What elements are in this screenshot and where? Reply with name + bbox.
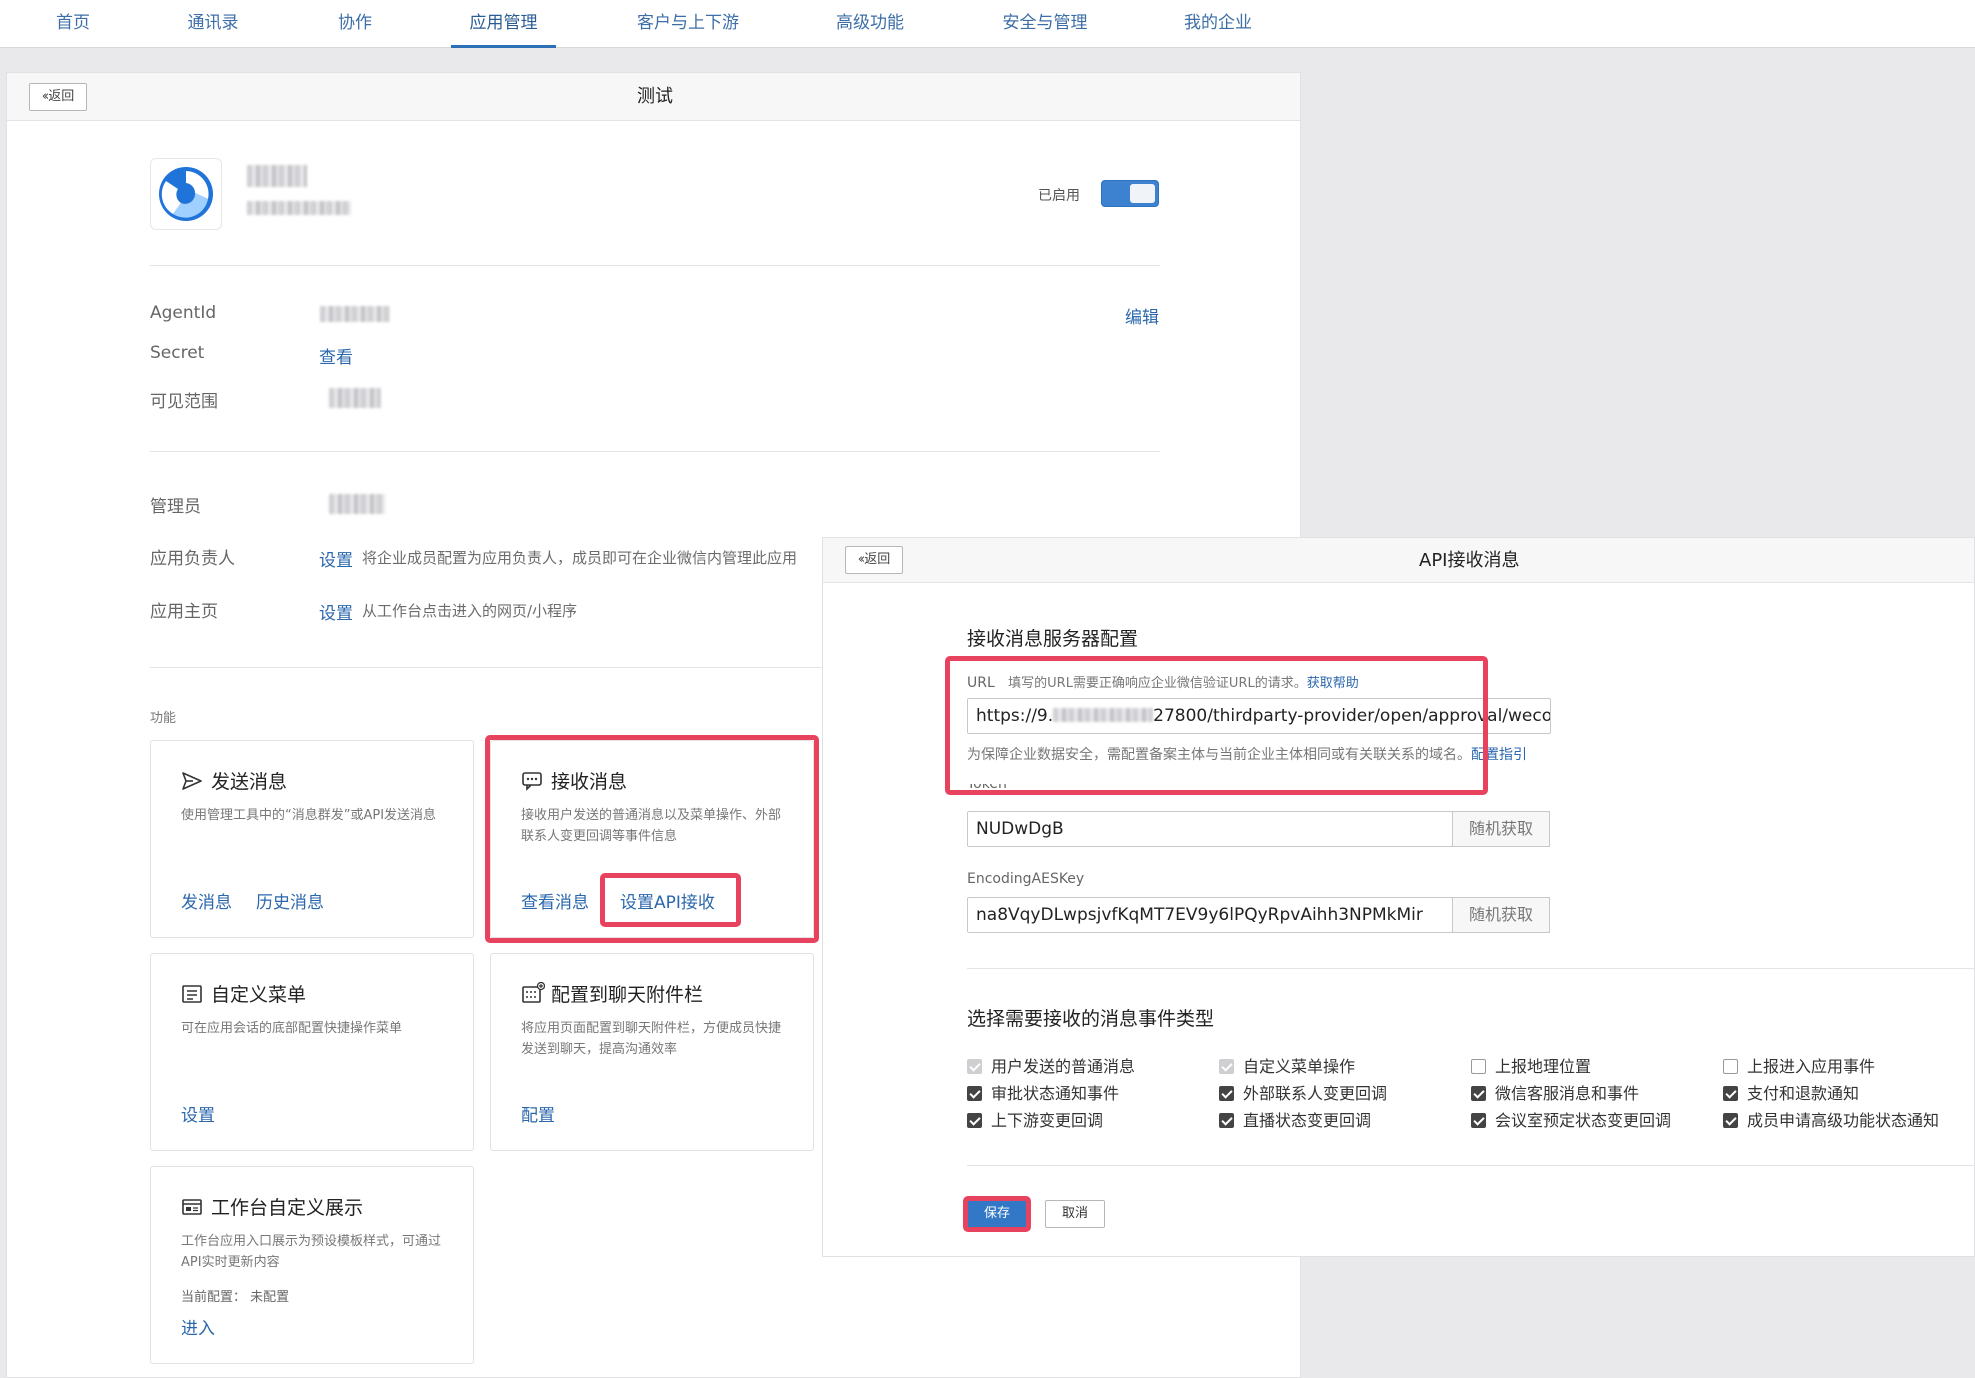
event-checkbox[interactable]: 直播状态变更回调 bbox=[1219, 1107, 1371, 1131]
card-chat-attachment: 配置到聊天附件栏 将应用页面配置到聊天附件栏，方便成员快捷发送到聊天，提高沟通效… bbox=[490, 953, 814, 1151]
api-receive-header: ‹‹ 返回 API接收消息 bbox=[823, 538, 1974, 583]
api-receive-panel: ‹‹ 返回 API接收消息 接收消息服务器配置 URL 填写的URL需要正确响应企… bbox=[822, 537, 1975, 1257]
event-checkbox[interactable]: 用户发送的普通消息 bbox=[967, 1053, 1135, 1077]
event-checkbox[interactable]: 审批状态通知事件 bbox=[967, 1080, 1119, 1104]
aes-key-input[interactable]: na8VqyDLwpsjvfKqMT7EV9y6lPQyRpvAihh3NPMk… bbox=[967, 897, 1453, 933]
secret-label: Secret bbox=[150, 343, 205, 363]
highlight-set-api-receive bbox=[600, 873, 741, 927]
highlight-save-button bbox=[963, 1196, 1031, 1232]
home-label: 应用主页 bbox=[150, 602, 218, 622]
visible-scope-value-redacted bbox=[329, 388, 381, 408]
api-back-button[interactable]: ‹‹ 返回 bbox=[845, 546, 903, 574]
app-desc-redacted bbox=[247, 201, 351, 215]
history-message-link[interactable]: 历史消息 bbox=[256, 888, 324, 913]
event-types-title: 选择需要接收的消息事件类型 bbox=[967, 1008, 1215, 1030]
nav-tab-collab[interactable]: 协作 bbox=[320, 0, 390, 48]
nav-tab-contacts[interactable]: 通讯录 bbox=[173, 0, 253, 48]
back-button[interactable]: ‹‹ 返回 bbox=[29, 83, 87, 111]
workbench-enter-link[interactable]: 进入 bbox=[181, 1314, 215, 1339]
event-checkbox[interactable]: 外部联系人变更回调 bbox=[1219, 1080, 1387, 1104]
event-checkbox[interactable]: 上报进入应用事件 bbox=[1723, 1053, 1875, 1077]
event-checkbox[interactable]: 自定义菜单操作 bbox=[1219, 1053, 1355, 1077]
highlight-url-field bbox=[945, 656, 1488, 795]
event-checkbox[interactable]: 上报地理位置 bbox=[1471, 1053, 1591, 1077]
chatbar-config-link[interactable]: 配置 bbox=[521, 1101, 555, 1126]
agentid-value-redacted bbox=[320, 306, 390, 322]
aes-key-label: EncodingAESKey bbox=[967, 871, 1085, 887]
owner-label: 应用负责人 bbox=[150, 549, 235, 569]
home-desc: 从工作台点击进入的网页/小程序 bbox=[362, 602, 578, 620]
event-checkbox[interactable]: 会议室预定状态变更回调 bbox=[1471, 1107, 1671, 1131]
card-title: 配置到聊天附件栏 bbox=[521, 980, 703, 1009]
nav-tab-my-company[interactable]: 我的企业 bbox=[1170, 0, 1266, 48]
features-label: 功能 bbox=[150, 711, 177, 726]
nav-tab-advanced[interactable]: 高级功能 bbox=[822, 0, 918, 48]
owner-desc: 将企业成员配置为应用负责人，成员即可在企业微信内管理此应用 bbox=[362, 549, 798, 567]
nav-tab-app-management[interactable]: 应用管理 bbox=[451, 0, 556, 48]
double-chevron-left-icon: ‹‹ bbox=[41, 89, 50, 104]
page-title: 测试 bbox=[637, 86, 673, 107]
admin-label: 管理员 bbox=[150, 497, 201, 517]
card-title: 工作台自定义展示 bbox=[181, 1193, 363, 1222]
owner-set-link[interactable]: 设置 bbox=[319, 546, 353, 571]
event-checkbox[interactable]: 成员申请高级功能状态通知 bbox=[1723, 1107, 1939, 1131]
enabled-status-label: 已启用 bbox=[1038, 188, 1080, 204]
card-desc: 将应用页面配置到聊天附件栏，方便成员快捷发送到聊天，提高沟通效率 bbox=[521, 1021, 782, 1057]
card-workbench-display: 工作台自定义展示 工作台应用入口展示为预设模板样式，可通过API实时更新内容 当… bbox=[150, 1166, 474, 1364]
card-custom-menu: 自定义菜单 可在应用会话的底部配置快捷操作菜单 设置 bbox=[150, 953, 474, 1151]
menu-list-icon bbox=[181, 984, 205, 1009]
double-chevron-left-icon: ‹‹ bbox=[857, 552, 866, 567]
grid-plus-icon bbox=[521, 981, 546, 1009]
edit-link[interactable]: 编辑 bbox=[1125, 303, 1159, 328]
enable-toggle[interactable] bbox=[1101, 180, 1159, 207]
nav-tab-customers[interactable]: 客户与上下游 bbox=[626, 0, 750, 48]
event-checkbox[interactable]: 微信客服消息和事件 bbox=[1471, 1080, 1639, 1104]
view-secret-link[interactable]: 查看 bbox=[319, 343, 353, 368]
home-set-link[interactable]: 设置 bbox=[319, 599, 353, 624]
card-desc: 工作台应用入口展示为预设模板样式，可通过API实时更新内容 bbox=[181, 1234, 442, 1270]
card-desc: 使用管理工具中的“消息群发”或API发送消息 bbox=[181, 808, 437, 823]
token-random-button[interactable]: 随机获取 bbox=[1452, 811, 1550, 847]
server-config-title: 接收消息服务器配置 bbox=[967, 628, 1139, 650]
app-logo bbox=[150, 158, 222, 230]
paper-plane-icon bbox=[181, 771, 205, 796]
card-title: 自定义菜单 bbox=[181, 980, 306, 1009]
app-detail-header: ‹‹ 返回 测试 bbox=[7, 73, 1300, 121]
agentid-label: AgentId bbox=[150, 303, 217, 323]
cancel-button[interactable]: 取消 bbox=[1045, 1200, 1105, 1228]
app-name-redacted bbox=[247, 165, 307, 187]
current-config: 当前配置： 未配置 bbox=[181, 1290, 290, 1305]
token-input[interactable]: NUDwDgB bbox=[967, 811, 1453, 847]
aes-key-random-button[interactable]: 随机获取 bbox=[1452, 897, 1550, 933]
card-desc: 可在应用会话的底部配置快捷操作菜单 bbox=[181, 1021, 403, 1036]
event-checkbox[interactable]: 上下游变更回调 bbox=[967, 1107, 1103, 1131]
event-checkbox[interactable]: 支付和退款通知 bbox=[1723, 1080, 1859, 1104]
card-title: 发送消息 bbox=[181, 767, 287, 796]
visible-scope-label: 可见范围 bbox=[150, 392, 218, 412]
admin-value-redacted bbox=[329, 494, 385, 514]
send-message-link[interactable]: 发消息 bbox=[181, 888, 232, 913]
api-receive-title: API接收消息 bbox=[1419, 550, 1520, 571]
nav-tab-security[interactable]: 安全与管理 bbox=[990, 0, 1100, 48]
window-layout-icon bbox=[181, 1197, 205, 1222]
menu-set-link[interactable]: 设置 bbox=[181, 1101, 215, 1126]
card-send-message: 发送消息 使用管理工具中的“消息群发”或API发送消息 发消息 历史消息 bbox=[150, 740, 474, 938]
app-logo-icon bbox=[159, 167, 213, 221]
top-nav: 首页 通讯录 协作 应用管理 客户与上下游 高级功能 安全与管理 我的企业 bbox=[0, 0, 1975, 48]
nav-tab-home[interactable]: 首页 bbox=[40, 0, 106, 48]
